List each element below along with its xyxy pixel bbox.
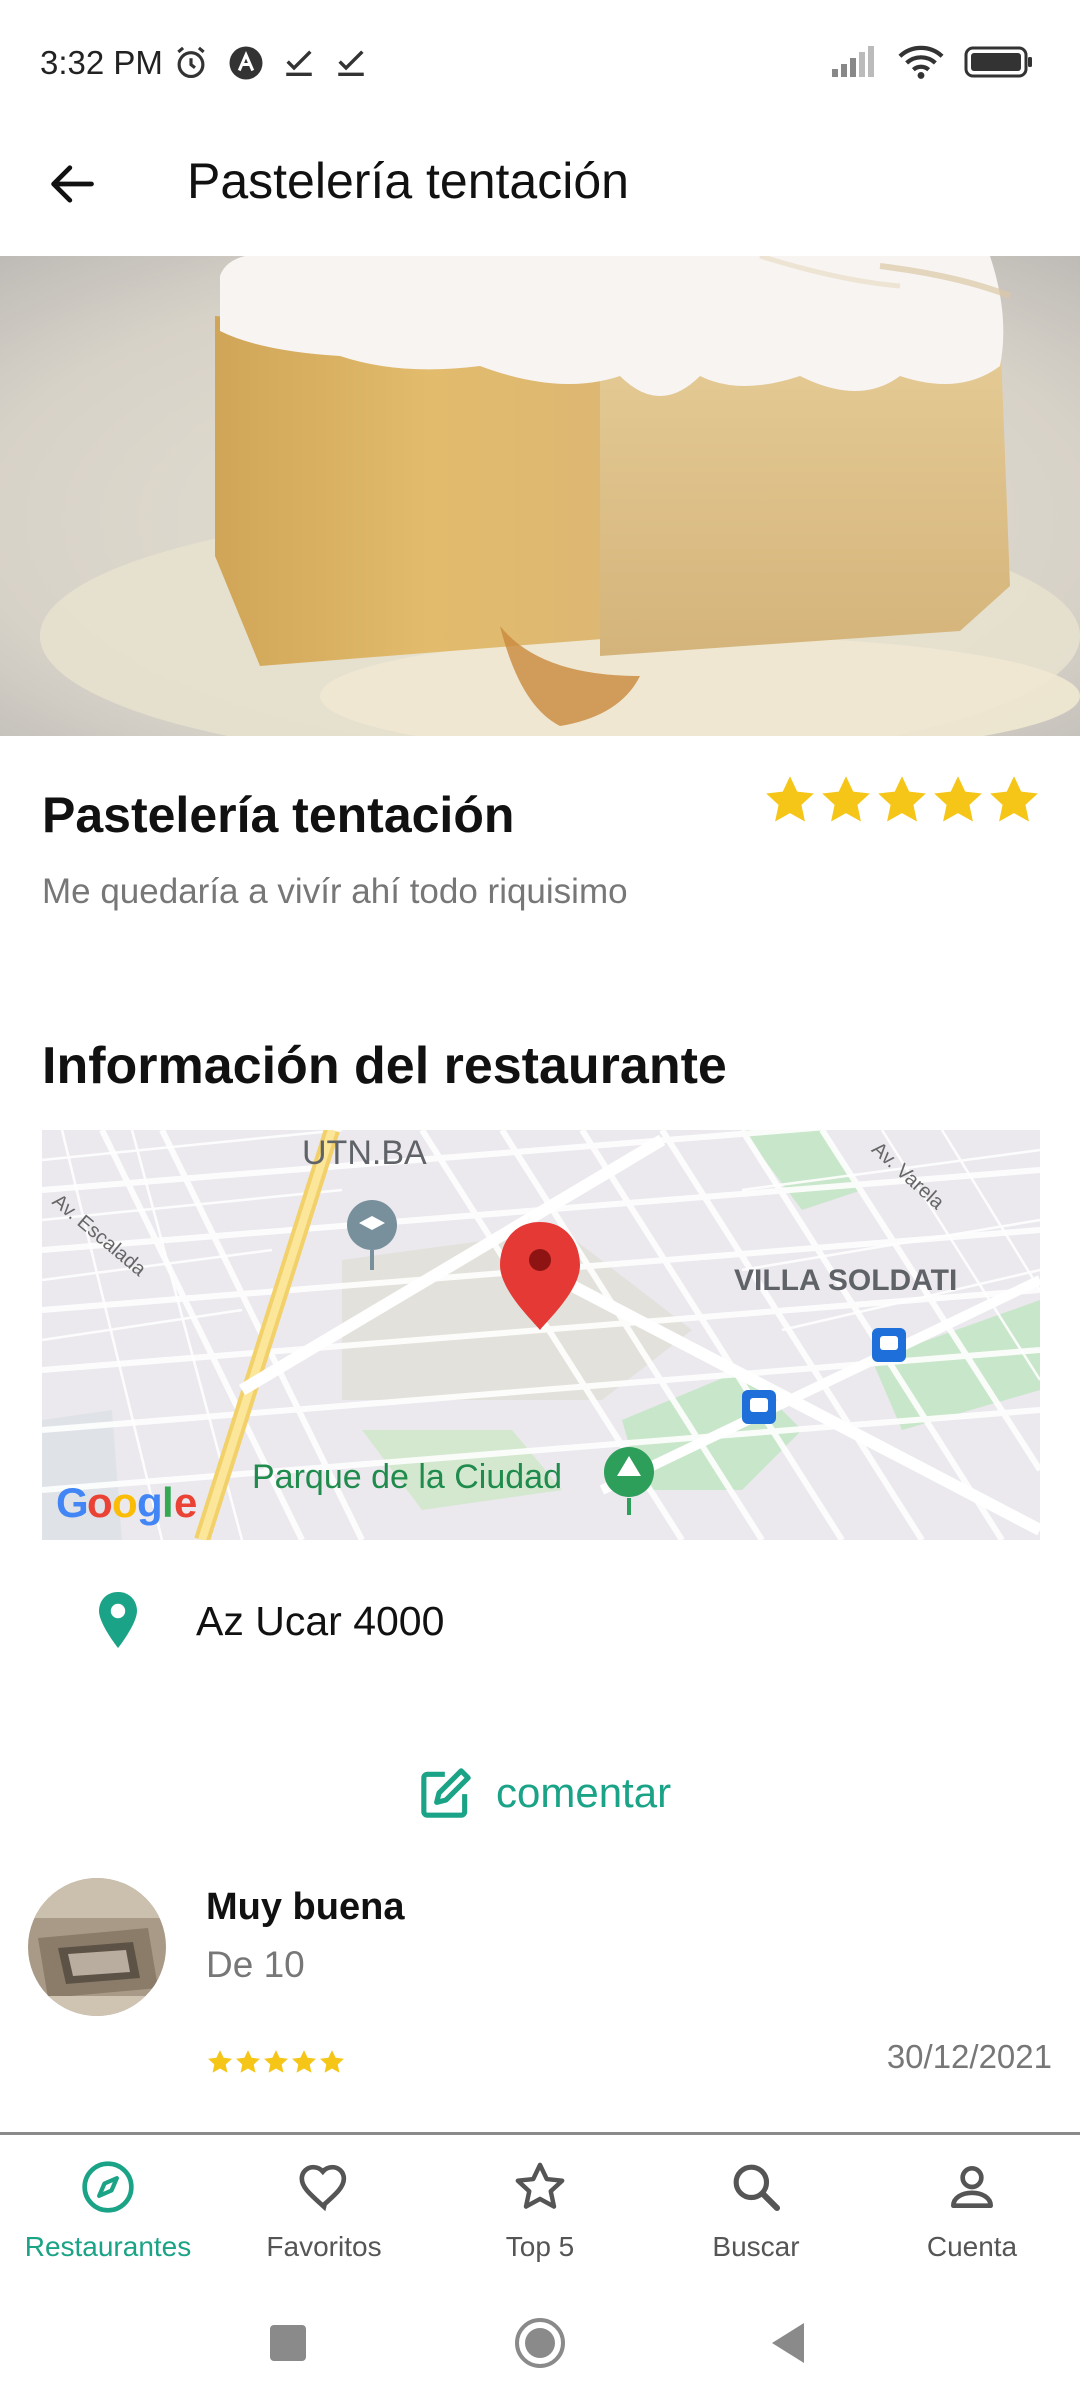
signal-icon [832,46,874,77]
cake-image [0,256,1080,736]
nav-label: Cuenta [926,2231,1018,2262]
status-icons-right [830,44,1034,80]
back-nav-button[interactable] [768,2313,808,2373]
svg-text:g: g [137,1479,163,1526]
star-filled-icon [320,2050,344,2073]
wifi-icon [898,45,944,79]
location-map[interactable]: G o o g l e UTN.BA Av. Escalada Av. Vare… [42,1130,1040,1540]
nav-item-favoritos[interactable]: Favoritos [216,2135,432,2285]
alarm-icon [177,46,205,79]
nav-item-buscar[interactable]: Buscar [648,2135,864,2285]
map-label-soldati: VILLA SOLDATI [734,1264,958,1297]
review-date: 30/12/2021 [886,2038,1052,2075]
nav-label: Buscar [712,2231,800,2262]
restaurant-description: Me quedaría a vivír ahí todo riquisimo [42,872,628,911]
star-filled-icon [878,776,926,822]
edit-icon [421,1768,471,1818]
review-title: Muy buena [206,1886,405,1928]
comment-label: comentar [496,1769,672,1816]
svg-text:o: o [112,1479,138,1526]
map-label-parque: Parque de la Ciudad [252,1458,563,1496]
comment-button[interactable]: comentar [418,1765,671,1821]
check-icon [286,50,312,77]
app-bar-title: Pastelería tentación [187,153,629,209]
account-icon [942,2157,1002,2217]
review-rating [206,2048,346,2076]
restaurant-rating [762,772,1042,828]
avatar-image [28,1878,166,2016]
location-pin-icon [99,1592,137,1648]
status-icons-left [172,44,368,82]
reviewer-avatar [28,1878,166,2016]
svg-text:e: e [174,1479,197,1526]
star-filled-icon [292,2050,316,2073]
review-subtitle: De 10 [206,1944,305,1985]
address-text: Az Ucar 4000 [196,1598,445,1644]
star-filled-icon [208,2050,232,2073]
svg-text:l: l [162,1479,174,1526]
home-button[interactable] [512,2313,568,2373]
heart-icon [294,2157,354,2217]
app-a-icon [229,46,263,80]
nav-label: Restaurantes [24,2231,192,2262]
battery-icon [964,46,1032,78]
svg-text:G: G [56,1479,89,1526]
star-filled-icon [236,2050,260,2073]
bottom-navigation: Restaurantes Favoritos Top 5 Buscar Cuen… [0,2135,1080,2285]
nav-item-cuenta[interactable]: Cuenta [864,2135,1080,2285]
star-filled-icon [766,776,814,822]
back-button[interactable] [36,148,108,220]
svg-text:o: o [87,1479,113,1526]
search-icon [726,2157,786,2217]
info-section-title: Información del restaurante [42,1037,727,1095]
nav-label: Top 5 [505,2231,575,2262]
restaurant-photo[interactable] [0,256,1080,736]
nav-label: Favoritos [266,2231,382,2262]
star-outline-icon [510,2157,570,2217]
map-label-utn: UTN.BA [302,1134,427,1172]
compass-icon [78,2157,138,2217]
nav-item-restaurantes[interactable]: Restaurantes [0,2135,216,2285]
check-icon [338,50,364,77]
star-filled-icon [822,776,870,822]
star-filled-icon [990,776,1038,822]
star-filled-icon [264,2050,288,2073]
arrow-back-icon [51,165,94,203]
restaurant-name: Pastelería tentación [42,787,515,843]
status-bar: 3:32 PM [0,0,1080,130]
system-navigation-bar [0,2285,1080,2400]
recents-button[interactable] [268,2313,308,2373]
star-filled-icon [934,776,982,822]
app-bar: Pastelería tentación [0,130,1080,256]
nav-item-top5[interactable]: Top 5 [432,2135,648,2285]
status-time: 3:32 PM [40,44,163,81]
